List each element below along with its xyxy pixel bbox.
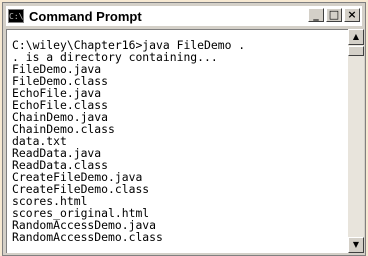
console-output-area[interactable]: C:\wiley\Chapter16>java FileDemo .. is a…	[6, 29, 348, 253]
window-title: Command Prompt	[29, 8, 142, 24]
maximize-button[interactable]: □	[326, 8, 342, 22]
title-bar[interactable]: C:\ Command Prompt _ □ ×	[6, 6, 362, 26]
minimize-button[interactable]: _	[308, 8, 324, 22]
vertical-scrollbar[interactable]: ▲ ▼	[348, 29, 364, 253]
console-line: RandomAccessDemo.class	[12, 230, 163, 244]
scroll-thumb[interactable]	[348, 46, 364, 56]
console-text: C:\wiley\Chapter16>java FileDemo .. is a…	[12, 39, 245, 243]
close-button[interactable]: ×	[344, 8, 360, 22]
window-controls: _ □ ×	[306, 8, 360, 22]
scroll-down-button[interactable]: ▼	[348, 237, 364, 253]
command-prompt-window: C:\ Command Prompt _ □ × C:\wiley\Chapte…	[2, 2, 366, 256]
scroll-up-button[interactable]: ▲	[348, 29, 364, 45]
command-prompt-icon[interactable]: C:\	[8, 9, 24, 23]
